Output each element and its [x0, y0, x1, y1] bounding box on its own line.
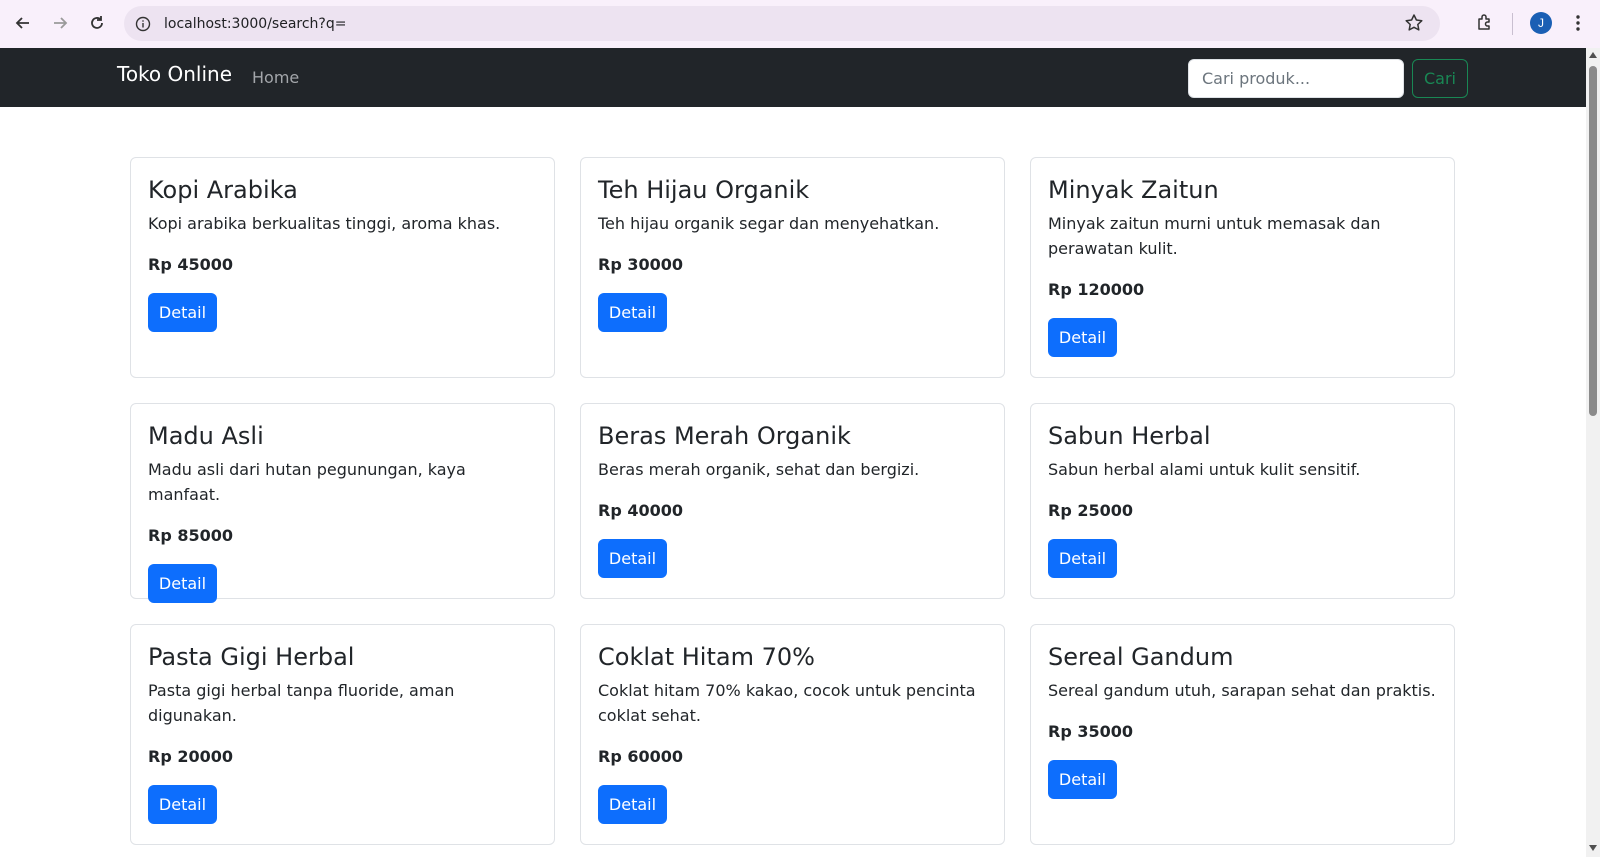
product-title: Madu Asli: [148, 422, 264, 450]
scroll-up-arrow-icon[interactable]: [1589, 52, 1597, 58]
more-menu-icon[interactable]: [1568, 10, 1588, 36]
product-card: Pasta Gigi Herbal Pasta gigi herbal tanp…: [130, 624, 555, 845]
detail-button[interactable]: Detail: [148, 564, 217, 603]
product-title: Coklat Hitam 70%: [598, 643, 815, 671]
back-button[interactable]: [8, 8, 38, 38]
product-title: Teh Hijau Organik: [598, 176, 810, 204]
product-price: Rp 45000: [148, 255, 234, 274]
detail-button[interactable]: Detail: [598, 539, 667, 578]
scroll-thumb[interactable]: [1589, 66, 1597, 416]
product-description: Teh hijau organik segar dan menyehatkan.: [598, 214, 940, 233]
detail-button[interactable]: Detail: [1048, 760, 1117, 799]
product-card: Minyak Zaitun Minyak zaitun murni untuk …: [1030, 157, 1455, 378]
product-card: Coklat Hitam 70% Coklat hitam 70% kakao,…: [580, 624, 1005, 845]
detail-button[interactable]: Detail: [148, 785, 217, 824]
product-price: Rp 60000: [598, 747, 684, 766]
product-description: Coklat hitam 70% kakao, cocok untuk penc…: [598, 681, 976, 725]
product-card: Teh Hijau Organik Teh hijau organik sega…: [580, 157, 1005, 378]
product-title: Sereal Gandum: [1048, 643, 1234, 671]
product-description: Pasta gigi herbal tanpa fluoride, aman d…: [148, 681, 455, 725]
forward-button[interactable]: [45, 8, 75, 38]
product-description: Beras merah organik, sehat dan bergizi.: [598, 460, 920, 479]
product-price: Rp 20000: [148, 747, 234, 766]
product-price: Rp 30000: [598, 255, 684, 274]
site-info-icon[interactable]: [134, 15, 152, 33]
extensions-icon[interactable]: [1472, 10, 1498, 36]
product-title: Sabun Herbal: [1048, 422, 1211, 450]
product-title: Pasta Gigi Herbal: [148, 643, 355, 671]
brand-link[interactable]: Toko Online: [117, 62, 232, 86]
arrow-right-icon: [54, 17, 68, 29]
product-price: Rp 120000: [1048, 280, 1145, 299]
bookmark-star-icon[interactable]: [1404, 13, 1424, 38]
search-button[interactable]: Cari: [1412, 59, 1468, 98]
product-description: Madu asli dari hutan pegunungan, kaya ma…: [148, 460, 466, 504]
url-text[interactable]: localhost:3000/search?q=: [164, 16, 346, 32]
reload-button[interactable]: [82, 8, 112, 38]
product-card: Madu Asli Madu asli dari hutan pegununga…: [130, 403, 555, 603]
product-card: Beras Merah Organik Beras merah organik,…: [580, 403, 1005, 599]
arrow-left-icon: [15, 17, 29, 29]
detail-button[interactable]: Detail: [1048, 318, 1117, 357]
detail-button[interactable]: Detail: [598, 293, 667, 332]
product-description: Sabun herbal alami untuk kulit sensitif.: [1048, 460, 1361, 479]
product-price: Rp 40000: [598, 501, 684, 520]
search-input[interactable]: [1188, 59, 1404, 98]
detail-button[interactable]: Detail: [148, 293, 217, 332]
product-title: Minyak Zaitun: [1048, 176, 1219, 204]
product-card: Kopi Arabika Kopi arabika berkualitas ti…: [130, 157, 555, 378]
reload-icon: [91, 16, 103, 29]
product-price: Rp 35000: [1048, 722, 1134, 741]
product-description: Minyak zaitun murni untuk memasak dan pe…: [1048, 214, 1381, 258]
product-card: Sereal Gandum Sereal gandum utuh, sarapa…: [1030, 624, 1455, 845]
browser-toolbar: localhost:3000/search?q= J: [0, 0, 1600, 48]
profile-avatar[interactable]: J: [1530, 12, 1552, 34]
product-price: Rp 25000: [1048, 501, 1134, 520]
product-price: Rp 85000: [148, 526, 234, 545]
detail-button[interactable]: Detail: [1048, 539, 1117, 578]
nav-home-link[interactable]: Home: [252, 68, 299, 87]
product-card: Sabun Herbal Sabun herbal alami untuk ku…: [1030, 403, 1455, 599]
toolbar-divider: [1512, 13, 1513, 35]
navbar: Toko Online Home Cari: [0, 48, 1586, 107]
product-description: Sereal gandum utuh, sarapan sehat dan pr…: [1048, 681, 1436, 700]
scroll-down-arrow-icon[interactable]: [1589, 845, 1597, 851]
page-scrollbar[interactable]: [1586, 48, 1600, 857]
detail-button[interactable]: Detail: [598, 785, 667, 824]
address-bar[interactable]: localhost:3000/search?q=: [124, 6, 1440, 41]
product-description: Kopi arabika berkualitas tinggi, aroma k…: [148, 214, 501, 233]
product-title: Beras Merah Organik: [598, 422, 851, 450]
product-title: Kopi Arabika: [148, 176, 298, 204]
